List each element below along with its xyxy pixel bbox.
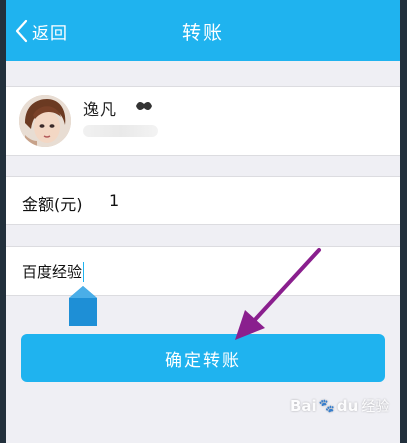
recipient-name: 逸凡 [83, 100, 118, 119]
baidu-watermark: Bai 🐾 du 经验 [290, 396, 389, 416]
transfer-screen: 返回 转账 逸凡 金额(元) 1 百度经验 确定转账 Bai 🐾 du 经验 [6, 0, 400, 443]
vip-badge-icon [136, 101, 152, 111]
cursor-handle-icon[interactable] [69, 286, 97, 326]
recipient-account-blurred [83, 125, 158, 137]
avatar [19, 95, 71, 147]
paw-icon: 🐾 [318, 398, 335, 414]
note-text: 百度经验 [22, 263, 83, 281]
text-cursor [83, 261, 85, 282]
confirm-transfer-button[interactable]: 确定转账 [21, 334, 385, 382]
recipient-card: 逸凡 [6, 86, 400, 156]
amount-input[interactable]: 1 [109, 191, 119, 210]
note-input[interactable]: 百度经验 [22, 261, 85, 282]
background-right [400, 0, 407, 443]
watermark-brand-a: Bai [290, 397, 317, 415]
page-title: 转账 [181, 22, 224, 44]
watermark-suffix: 经验 [361, 399, 390, 415]
note-row[interactable]: 百度经验 [6, 246, 400, 296]
annotation-arrow-icon [235, 248, 321, 340]
amount-row[interactable]: 金额(元) 1 [6, 176, 400, 225]
watermark-brand-b: du [336, 397, 359, 415]
amount-label: 金额(元) [22, 195, 83, 214]
nav-bar: 返回 转账 [6, 0, 400, 61]
